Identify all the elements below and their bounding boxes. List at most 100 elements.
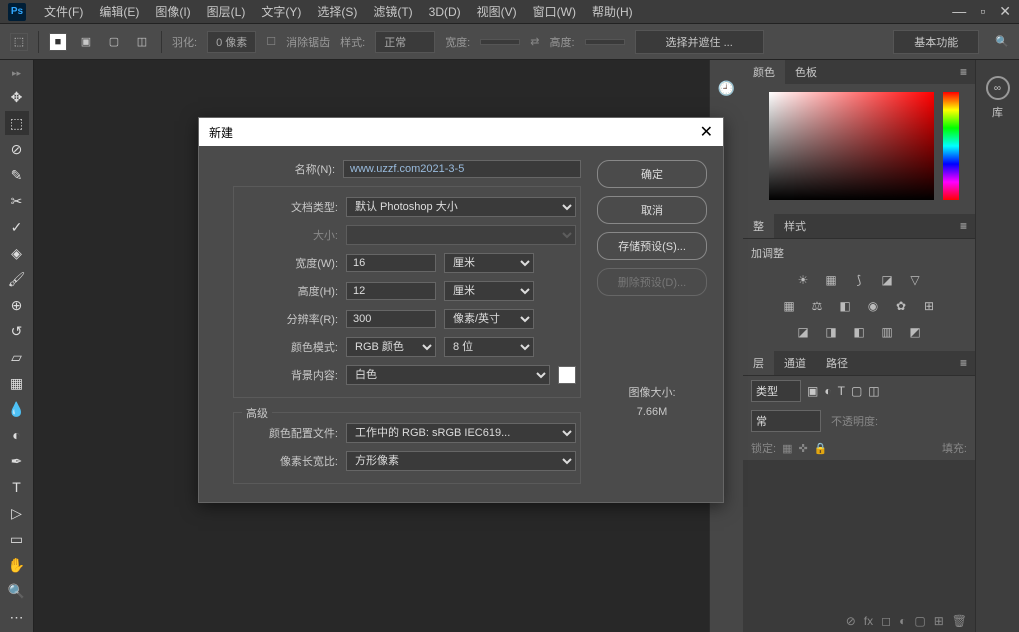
- fx-icon[interactable]: fx: [864, 614, 873, 628]
- eraser-tool-icon[interactable]: ▱: [5, 345, 29, 369]
- selection-intersect-icon[interactable]: ◫: [133, 33, 151, 51]
- levels-icon[interactable]: ▦: [822, 271, 840, 289]
- width-unit-select[interactable]: 厘米: [444, 253, 534, 273]
- dialog-close-icon[interactable]: ✕: [700, 122, 713, 142]
- menu-edit[interactable]: 编辑(E): [91, 3, 147, 20]
- maximize-icon[interactable]: ▫: [980, 3, 985, 20]
- blend-mode-select[interactable]: 常: [751, 410, 821, 432]
- menu-3d[interactable]: 3D(D): [421, 5, 469, 19]
- cancel-button[interactable]: 取消: [597, 196, 707, 224]
- doctype-select[interactable]: 默认 Photoshop 大小: [346, 197, 576, 217]
- save-preset-button[interactable]: 存储预设(S)...: [597, 232, 707, 260]
- new-layer-icon[interactable]: ⊞: [934, 614, 944, 628]
- threshold-icon[interactable]: ◧: [850, 323, 868, 341]
- selection-new-icon[interactable]: ■: [49, 33, 67, 51]
- feather-input[interactable]: 0 像素: [207, 31, 256, 53]
- marquee-tool-icon[interactable]: ⬚: [10, 33, 28, 51]
- path-select-icon[interactable]: ▷: [5, 501, 29, 525]
- eyedropper-tool-icon[interactable]: ✓: [5, 215, 29, 239]
- resolution-unit-select[interactable]: 像素/英寸: [444, 309, 534, 329]
- mask-icon[interactable]: ◻: [881, 614, 891, 628]
- tab-paths[interactable]: 路径: [816, 351, 858, 375]
- panel-menu-icon[interactable]: ≡: [952, 356, 975, 370]
- swap-icon[interactable]: ⇄: [530, 35, 539, 48]
- tab-layers[interactable]: 层: [743, 351, 774, 375]
- rectangle-tool-icon[interactable]: ▭: [5, 527, 29, 551]
- exposure-icon[interactable]: ◪: [878, 271, 896, 289]
- history-panel-icon[interactable]: 🕘: [718, 80, 735, 97]
- tab-styles[interactable]: 样式: [774, 214, 816, 238]
- tab-adjustments[interactable]: 整: [743, 214, 774, 238]
- aspect-select[interactable]: 方形像素: [346, 451, 576, 471]
- resolution-input[interactable]: [346, 310, 436, 328]
- selection-subtract-icon[interactable]: ▢: [105, 33, 123, 51]
- adjustment-layer-icon[interactable]: ◐: [899, 614, 906, 628]
- selectivecolor-icon[interactable]: ◩: [906, 323, 924, 341]
- minimize-icon[interactable]: —: [952, 3, 966, 20]
- hue-slider[interactable]: [943, 92, 959, 200]
- gradientmap-icon[interactable]: ▥: [878, 323, 896, 341]
- brush-tool-icon[interactable]: 🖌: [5, 267, 29, 291]
- invert-icon[interactable]: ◪: [794, 323, 812, 341]
- tab-channels[interactable]: 通道: [774, 351, 816, 375]
- menu-view[interactable]: 视图(V): [469, 3, 525, 20]
- tab-color[interactable]: 颜色: [743, 60, 785, 84]
- tab-swatches[interactable]: 色板: [785, 60, 827, 84]
- bw-icon[interactable]: ◧: [836, 297, 854, 315]
- menu-help[interactable]: 帮助(H): [584, 3, 641, 20]
- bg-color-swatch[interactable]: [558, 366, 576, 384]
- marquee-tool-icon[interactable]: ⬚: [5, 111, 29, 135]
- color-field[interactable]: [769, 92, 934, 200]
- filter-adjust-icon[interactable]: ◐: [824, 384, 831, 398]
- colorbalance-icon[interactable]: ⚖: [808, 297, 826, 315]
- layer-kind-select[interactable]: 类型: [751, 380, 801, 402]
- lock-all-icon[interactable]: 🔒: [814, 442, 828, 455]
- filter-shape-icon[interactable]: ▢: [851, 384, 862, 398]
- type-tool-icon[interactable]: T: [5, 475, 29, 499]
- photofilter-icon[interactable]: ◉: [864, 297, 882, 315]
- filter-type-icon[interactable]: T: [838, 384, 845, 398]
- lock-position-icon[interactable]: ✜: [798, 442, 807, 455]
- workspace-switcher[interactable]: 基本功能: [893, 30, 979, 54]
- panel-menu-icon[interactable]: ≡: [952, 65, 975, 79]
- lasso-tool-icon[interactable]: ⊘: [5, 137, 29, 161]
- hand-tool-icon[interactable]: ✋: [5, 553, 29, 577]
- blur-tool-icon[interactable]: 💧: [5, 397, 29, 421]
- pen-tool-icon[interactable]: ✒: [5, 449, 29, 473]
- group-icon[interactable]: ▢: [914, 614, 925, 628]
- gradient-tool-icon[interactable]: ▦: [5, 371, 29, 395]
- layer-list[interactable]: [743, 460, 975, 610]
- select-and-mask-button[interactable]: 选择并遮住 ...: [635, 30, 764, 54]
- lock-pixels-icon[interactable]: ▦: [782, 442, 792, 455]
- healing-tool-icon[interactable]: ◈: [5, 241, 29, 265]
- dialog-titlebar[interactable]: 新建 ✕: [199, 118, 723, 146]
- bgcontent-select[interactable]: 白色: [346, 365, 550, 385]
- menu-filter[interactable]: 滤镜(T): [365, 3, 420, 20]
- libraries-label[interactable]: 库: [992, 104, 1003, 120]
- curves-icon[interactable]: ⟆: [850, 271, 868, 289]
- edit-toolbar-icon[interactable]: ⋯: [5, 605, 29, 629]
- delete-icon[interactable]: 🗑: [952, 614, 967, 628]
- menu-file[interactable]: 文件(F): [36, 3, 91, 20]
- posterize-icon[interactable]: ◨: [822, 323, 840, 341]
- dodge-tool-icon[interactable]: ◐: [5, 423, 29, 447]
- quickselect-tool-icon[interactable]: ✎: [5, 163, 29, 187]
- colorlookup-icon[interactable]: ⊞: [920, 297, 938, 315]
- hue-icon[interactable]: ▦: [780, 297, 798, 315]
- menu-layer[interactable]: 图层(L): [199, 3, 254, 20]
- stamp-tool-icon[interactable]: ⊕: [5, 293, 29, 317]
- menu-type[interactable]: 文字(Y): [253, 3, 309, 20]
- close-icon[interactable]: ✕: [999, 3, 1011, 20]
- filter-smart-icon[interactable]: ◫: [868, 384, 879, 398]
- brightness-icon[interactable]: ☀: [794, 271, 812, 289]
- menu-image[interactable]: 图像(I): [147, 3, 198, 20]
- vibrance-icon[interactable]: ▽: [906, 271, 924, 289]
- menu-select[interactable]: 选择(S): [309, 3, 365, 20]
- profile-select[interactable]: 工作中的 RGB: sRGB IEC619...: [346, 423, 576, 443]
- colormode-select[interactable]: RGB 颜色: [346, 337, 436, 357]
- search-icon[interactable]: 🔍: [995, 35, 1009, 48]
- move-tool-icon[interactable]: ✥: [5, 85, 29, 109]
- history-brush-icon[interactable]: ↺: [5, 319, 29, 343]
- crop-tool-icon[interactable]: ✂: [5, 189, 29, 213]
- style-select[interactable]: 正常: [375, 31, 435, 53]
